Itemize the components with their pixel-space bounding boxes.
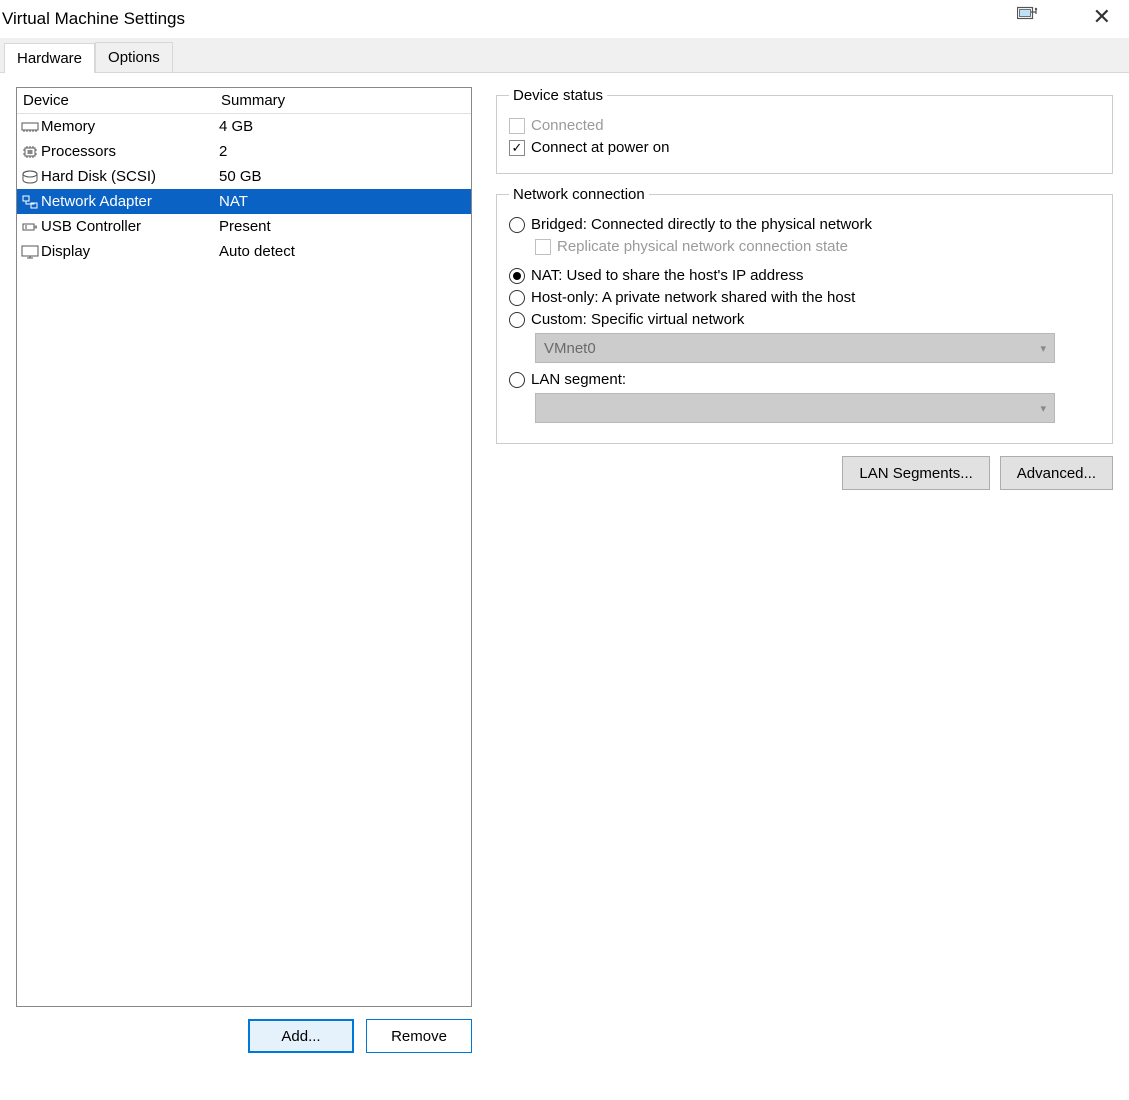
device-row-usb[interactable]: USB ControllerPresent [17, 214, 471, 239]
vm-icon [1017, 6, 1039, 22]
memory-icon [19, 120, 41, 134]
device-row-display[interactable]: DisplayAuto detect [17, 239, 471, 264]
disk-icon [19, 170, 41, 184]
cpu-icon [19, 144, 41, 160]
close-icon[interactable]: ✕ [1093, 6, 1111, 28]
bridged-radio[interactable] [509, 217, 525, 233]
device-list-header: Device Summary [17, 88, 471, 114]
host-only-radio[interactable] [509, 290, 525, 306]
left-pane: Device Summary Memory4 GBProcessors2Hard… [16, 87, 472, 1053]
device-name: USB Controller [41, 218, 217, 235]
content-area: Device Summary Memory4 GBProcessors2Hard… [0, 73, 1129, 1053]
custom-network-select: VMnet0 ▾ [535, 333, 1055, 363]
usb-icon [19, 220, 41, 234]
device-name: Memory [41, 118, 217, 135]
device-summary: NAT [217, 193, 469, 210]
chevron-down-icon: ▾ [1040, 402, 1046, 415]
device-row-network[interactable]: Network AdapterNAT [17, 189, 471, 214]
network-icon [19, 194, 41, 210]
network-connection-legend: Network connection [509, 186, 649, 203]
custom-radio[interactable] [509, 312, 525, 328]
device-summary: 50 GB [217, 168, 469, 185]
window-title: Virtual Machine Settings [0, 9, 185, 29]
device-row-cpu[interactable]: Processors2 [17, 139, 471, 164]
bridged-label: Bridged: Connected directly to the physi… [531, 216, 872, 233]
tab-hardware[interactable]: Hardware [4, 43, 95, 73]
chevron-down-icon: ▾ [1040, 342, 1046, 355]
device-name: Display [41, 243, 217, 260]
device-list: Device Summary Memory4 GBProcessors2Hard… [16, 87, 472, 1007]
display-icon [19, 245, 41, 259]
device-row-disk[interactable]: Hard Disk (SCSI)50 GB [17, 164, 471, 189]
right-pane: Device status Connected Connect at power… [496, 87, 1113, 1053]
device-summary: 2 [217, 143, 469, 160]
lan-segment-label: LAN segment: [531, 371, 626, 388]
col-header-device[interactable]: Device [17, 88, 215, 113]
device-row-memory[interactable]: Memory4 GB [17, 114, 471, 139]
replicate-label: Replicate physical network connection st… [557, 238, 848, 255]
advanced-button[interactable]: Advanced... [1000, 456, 1113, 490]
connect-at-power-on-checkbox[interactable] [509, 140, 525, 156]
device-name: Network Adapter [41, 193, 217, 210]
custom-label: Custom: Specific virtual network [531, 311, 744, 328]
tab-options[interactable]: Options [95, 42, 173, 72]
nat-label: NAT: Used to share the host's IP address [531, 267, 803, 284]
device-summary: 4 GB [217, 118, 469, 135]
device-status-legend: Device status [509, 87, 607, 104]
host-only-label: Host-only: A private network shared with… [531, 289, 855, 306]
nat-radio[interactable] [509, 268, 525, 284]
device-status-group: Device status Connected Connect at power… [496, 87, 1113, 174]
add-button[interactable]: Add... [248, 1019, 354, 1053]
device-summary: Present [217, 218, 469, 235]
network-connection-group: Network connection Bridged: Connected di… [496, 186, 1113, 444]
remove-button[interactable]: Remove [366, 1019, 472, 1053]
replicate-checkbox [535, 239, 551, 255]
connected-label: Connected [531, 117, 604, 134]
titlebar: Virtual Machine Settings ✕ [0, 0, 1129, 38]
lan-segments-button[interactable]: LAN Segments... [842, 456, 989, 490]
custom-network-value: VMnet0 [544, 340, 596, 357]
connect-at-power-on-label: Connect at power on [531, 139, 669, 156]
device-name: Processors [41, 143, 217, 160]
device-summary: Auto detect [217, 243, 469, 260]
lan-segment-select: ▾ [535, 393, 1055, 423]
col-header-summary[interactable]: Summary [215, 88, 471, 113]
connected-checkbox [509, 118, 525, 134]
device-name: Hard Disk (SCSI) [41, 168, 217, 185]
left-button-row: Add... Remove [16, 1019, 472, 1053]
tabbar: Hardware Options [0, 38, 1129, 73]
lan-segment-radio[interactable] [509, 372, 525, 388]
right-button-row: LAN Segments... Advanced... [496, 456, 1113, 490]
